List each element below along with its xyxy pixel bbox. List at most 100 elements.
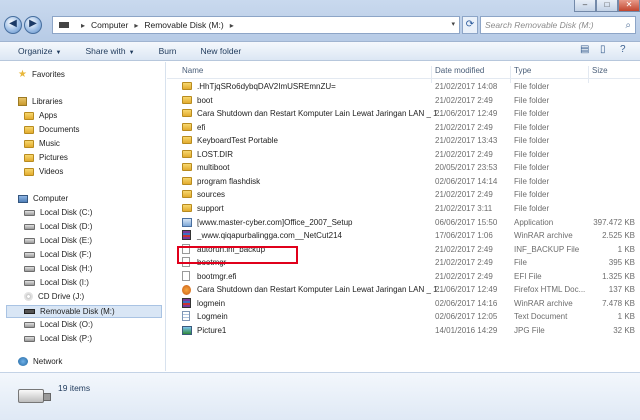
nav-drive-f[interactable]: Local Disk (F:) bbox=[24, 250, 92, 259]
new-folder-button[interactable]: New folder bbox=[189, 46, 254, 56]
nav-item-label: Local Disk (C:) bbox=[40, 208, 93, 217]
file-type: WinRAR archive bbox=[514, 231, 573, 241]
folder-icon bbox=[182, 203, 192, 212]
file-date: 21/02/2017 13:43 bbox=[435, 136, 498, 146]
nav-drive-p[interactable]: Local Disk (P:) bbox=[24, 334, 92, 343]
breadcrumb-chevron-icon: ▸ bbox=[134, 20, 139, 30]
file-row[interactable]: Cara Shutdown dan Restart Komputer Lain … bbox=[167, 283, 640, 296]
file-type: Text Document bbox=[514, 312, 568, 322]
folder-icon bbox=[182, 163, 192, 172]
file-date: 06/06/2017 15:50 bbox=[435, 217, 498, 227]
nav-drive-m[interactable]: Removable Disk (M:) bbox=[6, 305, 162, 318]
address-bar[interactable]: ▸ Computer ▸ Removable Disk (M:) ▸ ▾ bbox=[52, 16, 460, 34]
chevron-down-icon: ▼ bbox=[55, 50, 62, 56]
folder-icon bbox=[182, 95, 192, 104]
file-size: 1 KB bbox=[617, 312, 635, 322]
view-options-icon[interactable]: ▤ bbox=[580, 44, 589, 55]
forward-button[interactable]: ▶ bbox=[24, 16, 42, 34]
address-dropdown-icon[interactable]: ▾ bbox=[451, 20, 455, 28]
file-row[interactable]: .HhTjqSRo6dybqDAV2ImUSREmnZU= 21/02/2017 … bbox=[167, 80, 640, 93]
file-row[interactable]: [www.master-cyber.com]Office_2007_Setup 0… bbox=[167, 216, 640, 229]
column-date[interactable]: Date modified bbox=[435, 66, 484, 75]
file-row[interactable]: sources 21/02/2017 2:49 File folder bbox=[167, 188, 640, 201]
folder-icon bbox=[182, 149, 192, 158]
file-name: [www.master-cyber.com]Office_2007_Setup bbox=[197, 217, 353, 227]
file-date: 21/02/2017 2:49 bbox=[435, 244, 493, 254]
nav-library-apps[interactable]: Apps bbox=[24, 111, 57, 120]
back-arrow-icon: ◀ bbox=[9, 18, 17, 29]
file-list: Name Date modified Type Size .HhTjqSRo6d… bbox=[167, 62, 640, 371]
file-row[interactable]: bootmgr.efi 21/02/2017 2:49 EFI File 1.325 … bbox=[167, 270, 640, 283]
nav-drive-d[interactable]: Local Disk (D:) bbox=[24, 222, 92, 231]
winrar-archive-icon bbox=[182, 297, 191, 308]
nav-item-label: Local Disk (P:) bbox=[40, 334, 93, 343]
nav-library-music[interactable]: Music bbox=[24, 139, 60, 148]
breadcrumb-computer[interactable]: Computer bbox=[91, 20, 128, 30]
share-with-button[interactable]: Share with ▼ bbox=[73, 46, 146, 56]
hard-disk-icon bbox=[24, 321, 35, 328]
nav-library-pictures[interactable]: Pictures bbox=[24, 153, 68, 162]
folder-icon bbox=[24, 111, 34, 120]
file-row[interactable]: support 21/02/2017 3:11 File folder bbox=[167, 202, 640, 215]
file-row[interactable]: Cara Shutdown dan Restart Komputer Lain … bbox=[167, 107, 640, 120]
file-date: 21/02/2017 3:11 bbox=[435, 203, 493, 213]
refresh-button[interactable]: ⟳ bbox=[462, 16, 478, 34]
file-name: Cara Shutdown dan Restart Komputer Lain … bbox=[197, 109, 445, 119]
file-row[interactable]: logmein 02/06/2017 14:16 WinRAR archive 7.4… bbox=[167, 297, 640, 310]
nav-item-label: Local Disk (F:) bbox=[40, 250, 92, 259]
file-date: 02/06/2017 14:14 bbox=[435, 176, 498, 186]
breadcrumb-removable-disk[interactable]: Removable Disk (M:) bbox=[144, 20, 223, 30]
nav-drive-e[interactable]: Local Disk (E:) bbox=[24, 236, 92, 245]
item-count: 19 items bbox=[58, 383, 91, 393]
file-type: INF_BACKUP File bbox=[514, 244, 580, 254]
file-size: 397.472 KB bbox=[593, 217, 635, 227]
nav-drive-j[interactable]: CD Drive (J:) bbox=[24, 292, 84, 301]
folder-icon bbox=[182, 136, 192, 145]
winrar-archive-icon bbox=[182, 230, 191, 241]
hard-disk-icon bbox=[24, 209, 35, 216]
burn-button[interactable]: Burn bbox=[147, 46, 189, 56]
column-size[interactable]: Size bbox=[592, 66, 608, 75]
nav-drive-h[interactable]: Local Disk (H:) bbox=[24, 264, 92, 273]
nav-drive-i[interactable]: Local Disk (I:) bbox=[24, 278, 89, 287]
close-button[interactable]: ✕ bbox=[618, 0, 640, 12]
nav-network[interactable]: Network bbox=[18, 357, 62, 366]
column-type[interactable]: Type bbox=[514, 66, 531, 75]
file-row[interactable]: Logmein 02/06/2017 12:05 Text Document 1 KB bbox=[167, 310, 640, 323]
help-icon[interactable]: ? bbox=[620, 44, 626, 55]
file-row[interactable]: LOST.DIR 21/02/2017 2:49 File folder bbox=[167, 148, 640, 161]
nav-library-videos[interactable]: Videos bbox=[24, 167, 63, 176]
file-row[interactable]: Picture1 14/01/2016 14:29 JPG File 32 KB bbox=[167, 324, 640, 337]
file-date: 02/06/2017 14:16 bbox=[435, 298, 498, 308]
nav-computer[interactable]: Computer bbox=[18, 194, 68, 203]
file-row[interactable]: _www.qiqapurbalingga.com__NetCut214 17/06… bbox=[167, 229, 640, 242]
refresh-icon: ⟳ bbox=[465, 19, 475, 30]
file-row[interactable]: KeyboardTest Portable 21/02/2017 13:43 Fil… bbox=[167, 134, 640, 147]
nav-favorites[interactable]: ★ Favorites bbox=[18, 70, 65, 80]
nav-drive-o[interactable]: Local Disk (O:) bbox=[24, 320, 93, 329]
file-row[interactable]: multiboot 20/05/2017 23:53 File folder bbox=[167, 161, 640, 174]
file-row[interactable]: efi 21/02/2017 2:49 File folder bbox=[167, 121, 640, 134]
nav-libraries[interactable]: Libraries bbox=[18, 97, 63, 106]
column-name[interactable]: Name bbox=[182, 66, 203, 75]
usb-drive-icon bbox=[18, 389, 51, 403]
organize-button[interactable]: Organize ▼ bbox=[0, 46, 73, 56]
search-input[interactable]: Search Removable Disk (M:) ⌕ bbox=[480, 16, 636, 34]
file-type: File folder bbox=[514, 190, 550, 200]
nav-library-documents[interactable]: Documents bbox=[24, 125, 79, 134]
nav-item-label: Removable Disk (M:) bbox=[40, 307, 115, 316]
preview-pane-icon[interactable]: ▯ bbox=[600, 44, 606, 55]
file-row[interactable]: program flashdisk 02/06/2017 14:14 File fo… bbox=[167, 175, 640, 188]
breadcrumb-chevron-icon: ▸ bbox=[81, 20, 86, 30]
file-row[interactable]: boot 21/02/2017 2:49 File folder bbox=[167, 94, 640, 107]
back-button[interactable]: ◀ bbox=[4, 16, 22, 34]
nav-drive-c[interactable]: Local Disk (C:) bbox=[24, 208, 92, 217]
file-type: JPG File bbox=[514, 325, 545, 335]
chevron-down-icon: ▼ bbox=[128, 50, 135, 56]
file-type: File folder bbox=[514, 149, 550, 159]
maximize-button[interactable]: □ bbox=[596, 0, 618, 12]
nav-item-label: Pictures bbox=[39, 153, 68, 162]
pictures-icon bbox=[24, 153, 34, 162]
nav-item-label: CD Drive (J:) bbox=[38, 292, 85, 301]
minimize-button[interactable]: – bbox=[574, 0, 596, 12]
